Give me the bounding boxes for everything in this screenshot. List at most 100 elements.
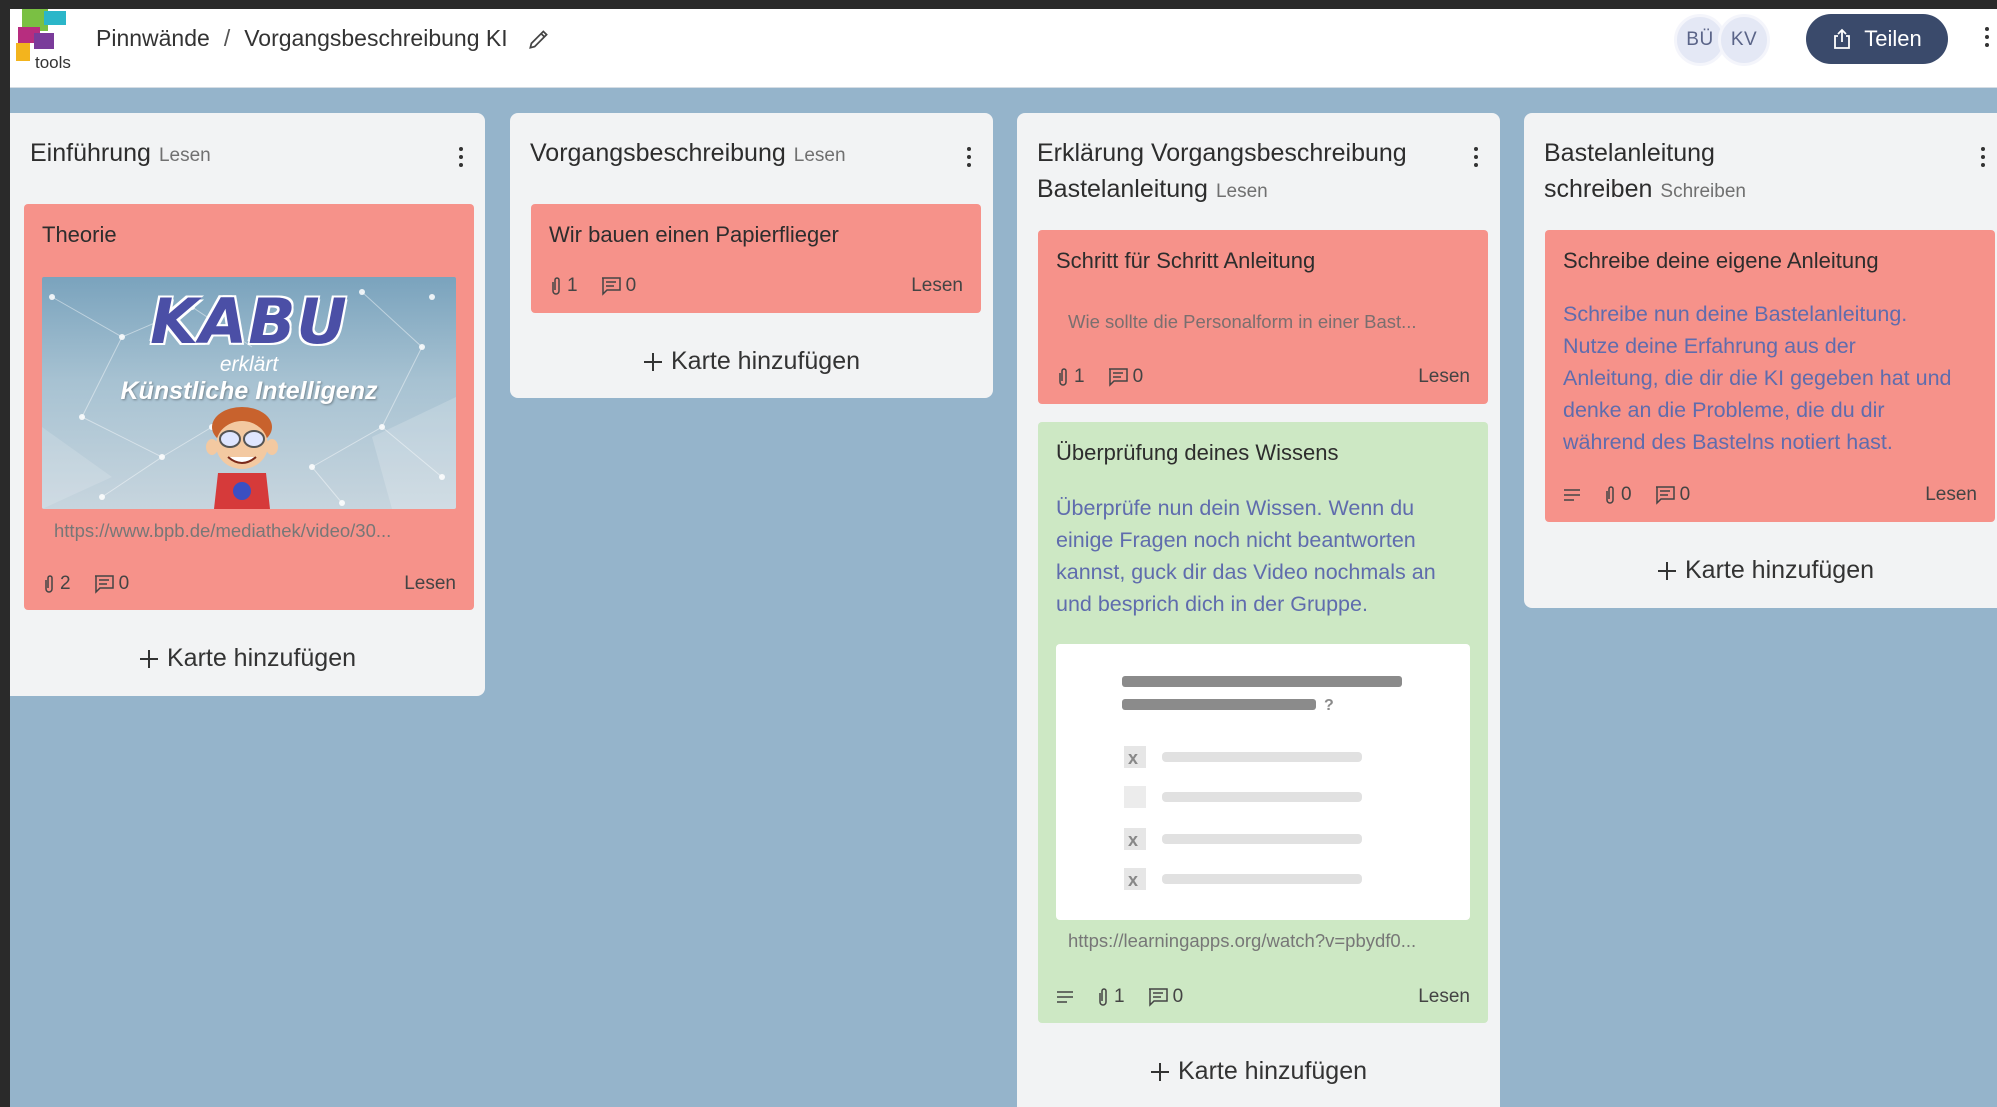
attachment-count: 1 bbox=[1114, 986, 1125, 1007]
card-text-line: einige Fragen noch nicht beantworten bbox=[1056, 528, 1416, 552]
add-card-label: Karte hinzufügen bbox=[166, 644, 357, 672]
svg-text:x: x bbox=[1128, 870, 1138, 890]
column-erklaerung: Erklärung Vorgangsbeschreibung Bastelanl… bbox=[1017, 113, 1500, 1107]
comment-icon bbox=[1654, 485, 1676, 505]
card-meta: 0 0 Lesen bbox=[1563, 482, 1977, 508]
column-header: Vorgangsbeschreibung Lesen bbox=[530, 135, 933, 174]
column-title-line1[interactable]: Bastelanleitung bbox=[1544, 139, 1715, 167]
add-card-label: Karte hinzufügen bbox=[1177, 1057, 1368, 1085]
share-icon bbox=[1832, 28, 1852, 50]
svg-text:x: x bbox=[1128, 830, 1138, 850]
thumbnail-sub: erklärt bbox=[219, 353, 279, 376]
comment-count: 0 bbox=[118, 573, 130, 594]
card-theorie[interactable]: Theorie KABU erklärt Künstliche Intellig… bbox=[24, 204, 474, 610]
top-bar: tools Pinnwände / Vorgangsbeschreibung K… bbox=[10, 9, 1997, 88]
attachment-count: 0 bbox=[1621, 484, 1632, 505]
plus-icon bbox=[643, 352, 663, 372]
comment-icon bbox=[1107, 367, 1129, 387]
card-text-line: kannst, guck dir das Video nochmals an bbox=[1056, 560, 1436, 584]
column-bastelanleitung-schreiben: Bastelanleitung schreiben Schreiben Schre… bbox=[1524, 113, 1997, 608]
avatar-kv[interactable]: KV bbox=[1718, 14, 1770, 66]
column-title[interactable]: Vorgangsbeschreibung bbox=[530, 139, 786, 167]
attachment-count: 1 bbox=[1074, 366, 1085, 387]
add-card-button[interactable]: Karte hinzufügen bbox=[510, 347, 993, 376]
column-menu-icon[interactable] bbox=[1474, 147, 1478, 167]
app-logo[interactable]: tools bbox=[14, 9, 74, 79]
comment-count: 0 bbox=[1172, 986, 1184, 1007]
card-read-label[interactable]: Lesen bbox=[1418, 366, 1470, 388]
column-title-line2[interactable]: Bastelanleitung bbox=[1037, 175, 1208, 203]
add-card-label: Karte hinzufügen bbox=[1684, 556, 1875, 584]
column-mode: Lesen bbox=[1215, 181, 1268, 202]
column-mode: Lesen bbox=[158, 145, 211, 166]
card-title: Theorie bbox=[42, 222, 117, 247]
column-title[interactable]: Einführung bbox=[30, 139, 151, 167]
column-title-line2[interactable]: schreiben bbox=[1544, 175, 1652, 203]
column-vorgangsbeschreibung: Vorgangsbeschreibung Lesen Wir bauen eine… bbox=[510, 113, 993, 398]
attachment-icon bbox=[1603, 485, 1617, 505]
card-read-label[interactable]: Lesen bbox=[1418, 986, 1470, 1008]
avatar-group: BÜ KV bbox=[1674, 14, 1770, 68]
mascot-icon bbox=[206, 407, 278, 509]
breadcrumb: Pinnwände / Vorgangsbeschreibung KI bbox=[96, 25, 552, 52]
card-papierflieger[interactable]: Wir bauen einen Papierflieger 1 0 Lesen bbox=[531, 204, 981, 313]
thumbnail-heading: KABU bbox=[150, 285, 348, 358]
add-card-button[interactable]: Karte hinzufügen bbox=[1524, 556, 1997, 585]
column-title-line1[interactable]: Erklärung Vorgangsbeschreibung bbox=[1037, 139, 1407, 167]
card-meta: 1 0 Lesen bbox=[1056, 984, 1470, 1010]
attachment-icon bbox=[42, 574, 56, 594]
svg-text:?: ? bbox=[1324, 697, 1334, 714]
card-text-line: Nutze deine Erfahrung aus der bbox=[1563, 334, 1856, 358]
edit-pencil-icon[interactable] bbox=[526, 26, 552, 52]
card-read-label[interactable]: Lesen bbox=[1925, 484, 1977, 506]
app-screen: tools Pinnwände / Vorgangsbeschreibung K… bbox=[10, 9, 1997, 1107]
plus-icon bbox=[139, 649, 159, 669]
comment-count: 0 bbox=[625, 275, 637, 296]
card-text: Schreibe nun deine Bastelanleitung. Nutz… bbox=[1563, 298, 1979, 458]
column-mode: Schreiben bbox=[1660, 181, 1746, 202]
card-text-line: denke an die Probleme, die du dir bbox=[1563, 398, 1885, 422]
column-menu-icon[interactable] bbox=[967, 147, 971, 167]
column-einfuehrung: Einführung Lesen Theorie KABU erklärt Kü… bbox=[10, 113, 485, 696]
card-meta: 2 0 Lesen bbox=[42, 571, 456, 597]
card-read-label[interactable]: Lesen bbox=[911, 275, 963, 297]
comment-count: 0 bbox=[1679, 484, 1691, 505]
attachment-icon bbox=[1056, 367, 1070, 387]
video-thumbnail[interactable]: KABU erklärt Künstliche Intelligenz bbox=[42, 277, 456, 509]
card-title: Schritt für Schritt Anleitung bbox=[1056, 248, 1316, 273]
add-card-button[interactable]: Karte hinzufügen bbox=[1017, 1057, 1500, 1086]
card-text: Überprüfe nun dein Wissen. Wenn du einig… bbox=[1056, 492, 1472, 620]
description-icon bbox=[1563, 487, 1581, 503]
card-text-line: Anleitung, die dir die KI gegeben hat un… bbox=[1563, 366, 1952, 390]
column-header: Erklärung Vorgangsbeschreibung Bastelanl… bbox=[1037, 135, 1440, 210]
card-read-label[interactable]: Lesen bbox=[404, 573, 456, 595]
attachment-icon bbox=[549, 276, 563, 296]
column-menu-icon[interactable] bbox=[1981, 147, 1985, 167]
card-ueberpruefung[interactable]: Überprüfung deines Wissens Überprüfe nun… bbox=[1038, 422, 1488, 1023]
card-text-line: Überprüfe nun dein Wissen. Wenn du bbox=[1056, 496, 1415, 520]
card-link[interactable]: https://www.bpb.de/mediathek/video/30... bbox=[54, 520, 450, 542]
board-title: Vorgangsbeschreibung KI bbox=[244, 25, 508, 51]
card-eigene-anleitung[interactable]: Schreibe deine eigene Anleitung Schreibe… bbox=[1545, 230, 1995, 522]
column-mode: Lesen bbox=[793, 145, 846, 166]
share-button[interactable]: Teilen bbox=[1806, 14, 1948, 64]
card-link[interactable]: https://learningapps.org/watch?v=pbydf0.… bbox=[1068, 930, 1464, 952]
attachment-count: 2 bbox=[60, 573, 71, 594]
plus-icon bbox=[1150, 1062, 1170, 1082]
card-text-line: Schreibe nun deine Bastelanleitung. bbox=[1563, 302, 1908, 326]
comment-count: 0 bbox=[1132, 366, 1144, 387]
card-meta: 1 0 Lesen bbox=[1056, 364, 1470, 390]
quiz-preview-icon: ? x x x bbox=[1122, 676, 1402, 890]
card-text-line: und besprich dich in der Gruppe. bbox=[1056, 592, 1368, 616]
more-menu-icon[interactable] bbox=[1982, 27, 1992, 57]
card-title: Überprüfung deines Wissens bbox=[1056, 440, 1339, 465]
description-icon bbox=[1056, 989, 1074, 1005]
card-schritt-fuer-schritt[interactable]: Schritt für Schritt Anleitung Wie sollte… bbox=[1038, 230, 1488, 404]
comment-icon bbox=[600, 276, 622, 296]
breadcrumb-root[interactable]: Pinnwände bbox=[96, 25, 210, 52]
column-menu-icon[interactable] bbox=[459, 147, 463, 167]
comment-icon bbox=[1147, 987, 1169, 1007]
add-card-button[interactable]: Karte hinzufügen bbox=[10, 644, 485, 673]
quiz-preview[interactable]: ? x x x bbox=[1056, 644, 1470, 920]
breadcrumb-separator: / bbox=[223, 25, 231, 51]
